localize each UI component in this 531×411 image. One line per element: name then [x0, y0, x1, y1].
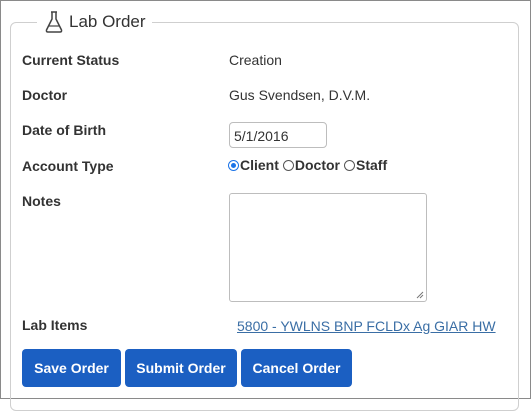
lab-item-link[interactable]: 5800 - YWLNS BNP FCLDx Ag GIAR HW: [237, 318, 496, 334]
current-status-value: Creation: [229, 52, 282, 68]
radio-client[interactable]: [228, 159, 239, 171]
current-status-label: Current Status: [22, 52, 120, 68]
radio-staff[interactable]: [344, 159, 356, 171]
lab-order-panel: Lab Order Current Status Creation Doctor…: [0, 0, 531, 411]
radio-doctor-label[interactable]: Doctor: [295, 157, 340, 173]
notes-textarea[interactable]: [229, 193, 427, 302]
legend-title: Lab Order: [69, 12, 146, 31]
resize-grip-icon[interactable]: [416, 291, 424, 299]
doctor-value: Gus Svendsen, D.V.M.: [229, 87, 371, 103]
account-type-doctor[interactable]: Doctor: [282, 157, 340, 173]
account-type-label: Account Type: [22, 158, 114, 174]
lab-items-label: Lab Items: [22, 317, 88, 333]
dob-input[interactable]: 5/1/2016: [229, 122, 327, 148]
radio-client-label[interactable]: Client: [240, 157, 279, 173]
save-order-button[interactable]: Save Order: [22, 349, 121, 387]
radio-doctor[interactable]: [282, 159, 294, 171]
account-type-staff[interactable]: Staff: [344, 157, 387, 173]
dob-label: Date of Birth: [22, 122, 106, 138]
lab-order-legend: Lab Order: [37, 11, 152, 33]
account-type-radio-group: Client Doctor Staff: [228, 157, 391, 173]
cancel-order-button[interactable]: Cancel Order: [241, 349, 352, 387]
radio-staff-label[interactable]: Staff: [356, 157, 387, 173]
notes-label: Notes: [22, 193, 61, 209]
doctor-label: Doctor: [22, 87, 68, 103]
submit-order-button[interactable]: Submit Order: [125, 349, 237, 387]
account-type-client[interactable]: Client: [228, 157, 279, 173]
flask-icon: [45, 11, 63, 33]
